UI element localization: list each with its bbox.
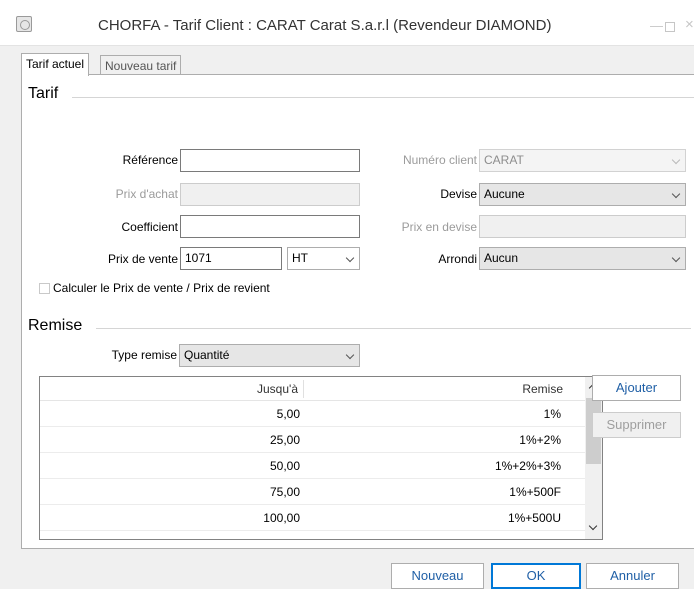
prix-achat-label: Prix d'achat — [115, 187, 178, 201]
ok-button[interactable]: OK — [491, 563, 581, 589]
remise-table[interactable]: Jusqu'à Remise 5,00 1% 25,00 1%+2% 50,00… — [39, 376, 603, 540]
coefficient-field[interactable] — [180, 215, 360, 238]
title-bar: CHORFA - Tarif Client : CARAT Carat S.a.… — [0, 0, 694, 46]
table-row[interactable]: 5,00 1% — [40, 401, 585, 427]
tab-panel: Tarif Référence Prix d'achat Coefficient… — [21, 74, 694, 549]
table-row[interactable]: 100,00 1%+500U — [40, 505, 585, 531]
table-row[interactable]: 50,00 1%+2%+3% — [40, 453, 585, 479]
arrondi-select[interactable]: Aucun — [479, 247, 686, 270]
table-header: Jusqu'à Remise — [40, 377, 585, 401]
arrondi-label: Arrondi — [438, 252, 477, 266]
scroll-down-icon[interactable] — [588, 521, 598, 531]
cell-jusqua: 50,00 — [269, 459, 300, 473]
chevron-down-icon — [671, 253, 681, 263]
table-row[interactable]: 25,00 1%+2% — [40, 427, 585, 453]
app-icon — [16, 16, 32, 32]
new-button[interactable]: Nouveau — [391, 563, 484, 589]
remise-section-divider — [96, 328, 691, 329]
numero-client-label: Numéro client — [402, 153, 477, 167]
tarif-section-divider — [72, 97, 694, 98]
cell-jusqua: 5,00 — [276, 407, 300, 421]
numero-client-value: CARAT — [484, 153, 524, 167]
cell-jusqua: 100,00 — [263, 511, 300, 525]
calc-checkbox-label[interactable]: Calculer le Prix de vente / Prix de revi… — [53, 281, 270, 295]
prix-achat-field[interactable] — [180, 183, 360, 206]
table-row[interactable]: 75,00 1%+500F — [40, 479, 585, 505]
prix-devise-field[interactable] — [479, 215, 686, 238]
column-header-jusqua[interactable]: Jusqu'à — [40, 377, 298, 401]
column-separator[interactable] — [303, 380, 304, 398]
cell-remise: 1%+2%+3% — [494, 459, 561, 473]
coefficient-label: Coefficient — [121, 220, 178, 234]
devise-value: Aucune — [484, 187, 525, 201]
close-icon[interactable]: × — [685, 16, 694, 33]
chevron-down-icon — [671, 189, 681, 199]
tax-mode-value: HT — [292, 251, 308, 265]
tax-mode-select[interactable]: HT — [287, 247, 360, 270]
type-remise-select[interactable]: Quantité — [179, 344, 360, 367]
cell-remise: 1%+500F — [509, 485, 561, 499]
remise-section-title: Remise — [28, 317, 83, 334]
chevron-down-icon — [345, 350, 355, 360]
reference-field[interactable] — [180, 149, 360, 172]
devise-select[interactable]: Aucune — [479, 183, 686, 206]
chevron-down-icon — [345, 253, 355, 263]
type-remise-label: Type remise — [111, 348, 177, 362]
cell-remise: 1%+500U — [507, 511, 561, 525]
delete-button[interactable]: Supprimer — [592, 412, 681, 438]
cell-remise: 1%+2% — [519, 433, 561, 447]
column-header-remise[interactable]: Remise — [308, 377, 563, 401]
type-remise-value: Quantité — [184, 348, 230, 362]
tab-tarif-actuel[interactable]: Tarif actuel — [21, 53, 90, 76]
numero-client-select[interactable]: CARAT — [479, 149, 686, 172]
cell-remise: 1% — [543, 407, 561, 421]
add-button[interactable]: Ajouter — [592, 375, 681, 401]
prix-devise-label: Prix en devise — [401, 220, 477, 234]
tarif-section-title: Tarif — [28, 85, 59, 102]
tab-nouveau-tarif[interactable]: Nouveau tarif — [100, 55, 182, 75]
chevron-down-icon — [671, 155, 681, 165]
arrondi-value: Aucun — [484, 251, 519, 265]
maximize-icon[interactable] — [665, 22, 675, 32]
prix-vente-label: Prix de vente — [107, 252, 178, 266]
cancel-button[interactable]: Annuler — [586, 563, 679, 589]
window-title: CHORFA - Tarif Client : CARAT Carat S.a.… — [98, 17, 552, 34]
calc-checkbox[interactable] — [39, 283, 50, 294]
devise-label: Devise — [440, 187, 477, 201]
cell-jusqua: 25,00 — [269, 433, 300, 447]
reference-label: Référence — [122, 153, 178, 167]
cell-jusqua: 75,00 — [269, 485, 300, 499]
vertical-scrollbar[interactable] — [585, 377, 602, 539]
minimize-icon[interactable]: — — [650, 18, 663, 33]
prix-vente-field[interactable]: 1071 — [180, 247, 282, 270]
